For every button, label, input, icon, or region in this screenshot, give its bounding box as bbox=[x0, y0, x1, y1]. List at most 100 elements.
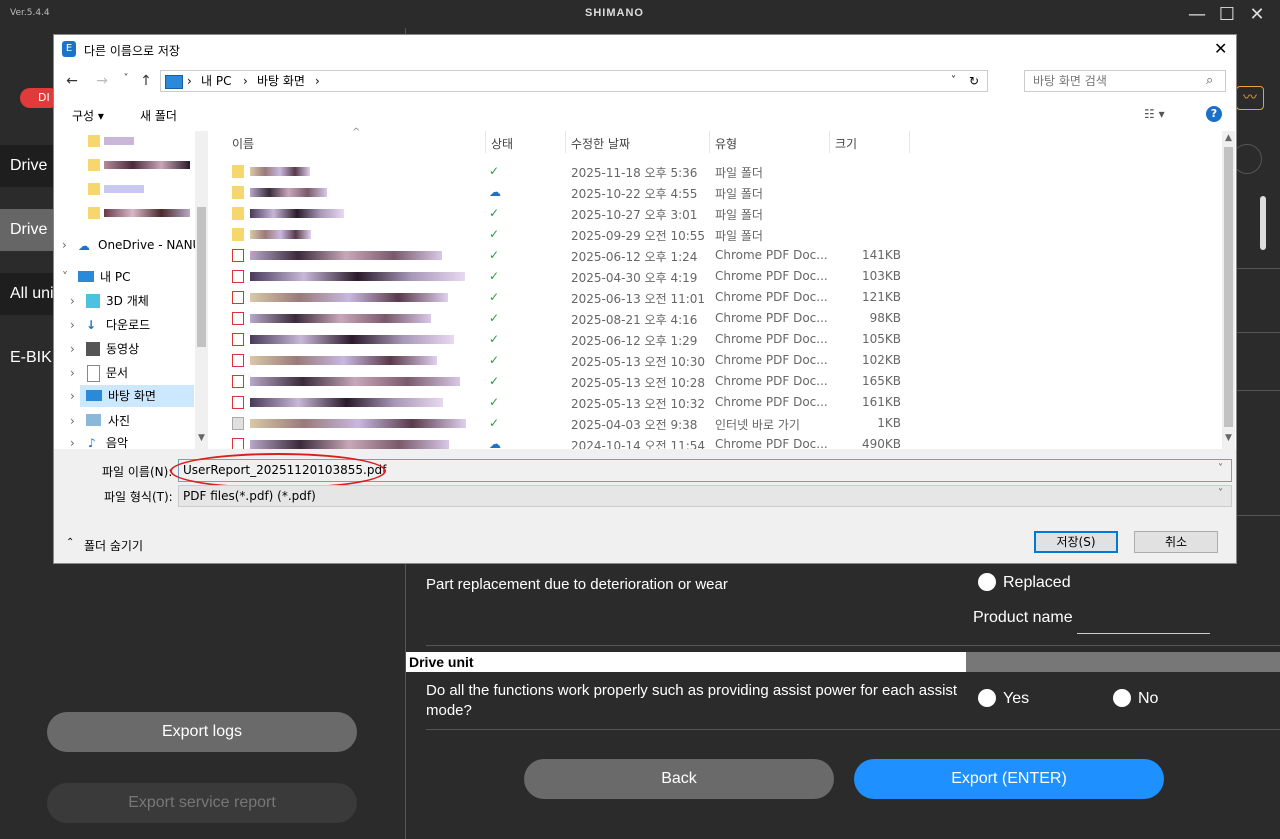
column-header-size[interactable]: 크기 bbox=[835, 135, 857, 152]
file-row[interactable]: ☁ 2024-10-14 오전 11:54 Chrome PDF Doc... 490… bbox=[224, 434, 1220, 449]
forward-arrow-icon[interactable]: → bbox=[92, 73, 112, 89]
export-logs-button[interactable]: Export logs bbox=[47, 712, 357, 752]
file-row[interactable]: ✓ 2025-06-12 오후 1:24 Chrome PDF Doc... 141K… bbox=[224, 245, 1220, 266]
dialog-close-button[interactable]: ✕ bbox=[1214, 39, 1227, 58]
file-row[interactable]: ✓ 2025-10-27 오후 3:01 파일 폴더 bbox=[224, 203, 1220, 224]
up-arrow-icon[interactable]: ↑ bbox=[136, 73, 156, 89]
file-row[interactable]: ✓ 2025-06-13 오전 11:01 Chrome PDF Doc... 121… bbox=[224, 287, 1220, 308]
breadcrumb-desktop[interactable]: 바탕 화면 bbox=[257, 71, 305, 91]
tree-item-3d-objects[interactable]: 3D 개체 bbox=[106, 289, 149, 313]
redacted-label bbox=[104, 137, 134, 145]
file-size: 121KB bbox=[861, 290, 901, 304]
file-row[interactable]: ✓ 2025-09-29 오전 10:55 파일 폴더 bbox=[224, 224, 1220, 245]
help-icon[interactable]: ? bbox=[1206, 106, 1222, 122]
save-button[interactable]: 저장(S) bbox=[1034, 531, 1118, 553]
column-divider[interactable] bbox=[829, 131, 830, 153]
expand-chevron-icon[interactable]: › bbox=[62, 233, 67, 257]
file-size: 490KB bbox=[861, 437, 901, 449]
tree-item-desktop[interactable]: 바탕 화면 bbox=[108, 384, 156, 408]
column-header-modified[interactable]: 수정한 날짜 bbox=[571, 135, 630, 152]
filename-dropdown-icon[interactable]: ˅ bbox=[1218, 463, 1223, 474]
back-arrow-icon[interactable]: ← bbox=[62, 73, 82, 89]
yes-radio[interactable] bbox=[978, 689, 996, 711]
minimize-button[interactable]: — bbox=[1185, 4, 1209, 25]
tree-item-onedrive[interactable]: OneDrive - NANU bbox=[98, 233, 201, 257]
sidebar-item-ebike[interactable]: E-BIK bbox=[0, 337, 60, 379]
breadcrumb-this-pc[interactable]: 내 PC bbox=[201, 71, 231, 91]
column-divider[interactable] bbox=[485, 131, 486, 153]
file-size: 141KB bbox=[861, 248, 901, 262]
scroll-up-icon[interactable]: ▲ bbox=[1225, 133, 1232, 143]
tree-item-this-pc[interactable]: 내 PC bbox=[100, 265, 130, 289]
expand-chevron-icon[interactable]: › bbox=[70, 409, 75, 433]
file-scrollbar-thumb[interactable] bbox=[1224, 147, 1233, 427]
redacted-filename bbox=[250, 440, 449, 449]
download-icon: ↓ bbox=[86, 318, 97, 332]
expand-chevron-icon[interactable]: › bbox=[70, 361, 75, 385]
nav-scrollbar-thumb[interactable] bbox=[197, 207, 206, 347]
tree-item-pictures[interactable]: 사진 bbox=[108, 409, 130, 433]
column-header-status[interactable]: 상태 bbox=[491, 135, 513, 152]
address-dropdown-icon[interactable]: ˅ bbox=[951, 71, 956, 91]
chevron-up-icon[interactable]: ⌃ bbox=[66, 537, 74, 548]
tree-item-documents[interactable]: 문서 bbox=[106, 361, 128, 385]
file-type: Chrome PDF Doc... bbox=[715, 374, 828, 388]
cancel-button[interactable]: 취소 bbox=[1134, 531, 1218, 553]
waveform-icon[interactable]: 〰 bbox=[1236, 86, 1264, 110]
back-button[interactable]: Back bbox=[524, 759, 834, 799]
sidebar-item-drive-1[interactable]: Drive bbox=[0, 145, 60, 187]
tree-item-downloads[interactable]: 다운로드 bbox=[106, 313, 150, 337]
app-icon: E bbox=[62, 41, 76, 57]
export-enter-button[interactable]: Export (ENTER) bbox=[854, 759, 1164, 799]
no-radio[interactable] bbox=[1113, 689, 1131, 711]
column-header-name[interactable]: 이름 bbox=[232, 135, 254, 152]
hide-folders-button[interactable]: 폴더 숨기기 bbox=[84, 537, 143, 554]
address-bar[interactable]: › 내 PC › 바탕 화면 › ˅ ↻ bbox=[160, 70, 988, 92]
filetype-dropdown-icon[interactable]: ˅ bbox=[1218, 488, 1223, 499]
file-row[interactable]: ✓ 2025-05-13 오전 10:32 Chrome PDF Doc... 161… bbox=[224, 392, 1220, 413]
file-row[interactable]: ✓ 2025-05-13 오전 10:28 Chrome PDF Doc... 165… bbox=[224, 371, 1220, 392]
file-row[interactable]: ✓ 2025-11-18 오후 5:36 파일 폴더 bbox=[224, 161, 1220, 182]
sidebar-item-all-units[interactable]: All uni bbox=[0, 273, 60, 315]
file-row[interactable]: ☁ 2025-10-22 오후 4:55 파일 폴더 bbox=[224, 182, 1220, 203]
divider bbox=[1237, 268, 1280, 269]
folder-icon bbox=[232, 207, 244, 220]
expand-chevron-icon[interactable]: › bbox=[70, 289, 75, 313]
view-options-icon[interactable]: ☷ ▾ bbox=[1144, 107, 1165, 121]
refresh-icon[interactable]: ↻ bbox=[969, 71, 979, 91]
export-service-report-button[interactable]: Export service report bbox=[47, 783, 357, 823]
column-divider[interactable] bbox=[565, 131, 566, 153]
sidebar-item-drive-2[interactable]: Drive bbox=[0, 209, 60, 251]
expand-chevron-icon[interactable]: › bbox=[70, 384, 75, 408]
scroll-down-icon[interactable]: ▼ bbox=[198, 433, 205, 443]
column-divider[interactable] bbox=[909, 131, 910, 153]
column-divider[interactable] bbox=[709, 131, 710, 153]
filetype-select[interactable]: PDF files(*.pdf) (*.pdf) bbox=[178, 485, 1232, 507]
file-row[interactable]: ✓ 2025-04-30 오후 4:19 Chrome PDF Doc... 103K… bbox=[224, 266, 1220, 287]
file-row[interactable]: ✓ 2025-08-21 오후 4:16 Chrome PDF Doc... 98KB bbox=[224, 308, 1220, 329]
expand-chevron-icon[interactable]: › bbox=[70, 313, 75, 337]
collapse-chevron-icon[interactable]: ˅ bbox=[62, 265, 68, 289]
expand-chevron-icon[interactable]: › bbox=[70, 337, 75, 361]
synced-status-icon: ✓ bbox=[489, 311, 500, 325]
tree-item-videos[interactable]: 동영상 bbox=[106, 337, 139, 361]
organize-menu[interactable]: 구성 ▾ bbox=[72, 107, 104, 124]
product-name-input[interactable] bbox=[1077, 633, 1210, 634]
search-input[interactable]: 바탕 화면 검색 bbox=[1024, 70, 1226, 92]
file-row[interactable]: ✓ 2025-04-03 오전 9:38 인터넷 바로 가기 1KB bbox=[224, 413, 1220, 434]
scroll-down-icon[interactable]: ▼ bbox=[1225, 433, 1232, 443]
replaced-radio[interactable] bbox=[978, 573, 996, 595]
column-header-type[interactable]: 유형 bbox=[715, 135, 737, 152]
file-type: 파일 폴더 bbox=[715, 208, 763, 222]
file-size: 165KB bbox=[861, 374, 901, 388]
scrollbar-thumb[interactable] bbox=[1260, 196, 1266, 250]
pdf-file-icon bbox=[232, 375, 244, 388]
file-modified-date: 2025-11-18 오후 5:36 bbox=[571, 166, 698, 180]
maximize-button[interactable]: ☐ bbox=[1215, 4, 1239, 25]
file-type: 파일 폴더 bbox=[715, 166, 763, 180]
window-close-button[interactable]: ✕ bbox=[1245, 4, 1269, 25]
new-folder-button[interactable]: 새 폴더 bbox=[140, 107, 177, 124]
recent-locations-icon[interactable]: ˅ bbox=[116, 73, 136, 84]
file-row[interactable]: ✓ 2025-05-13 오전 10:30 Chrome PDF Doc... 102… bbox=[224, 350, 1220, 371]
file-row[interactable]: ✓ 2025-06-12 오후 1:29 Chrome PDF Doc... 105K… bbox=[224, 329, 1220, 350]
